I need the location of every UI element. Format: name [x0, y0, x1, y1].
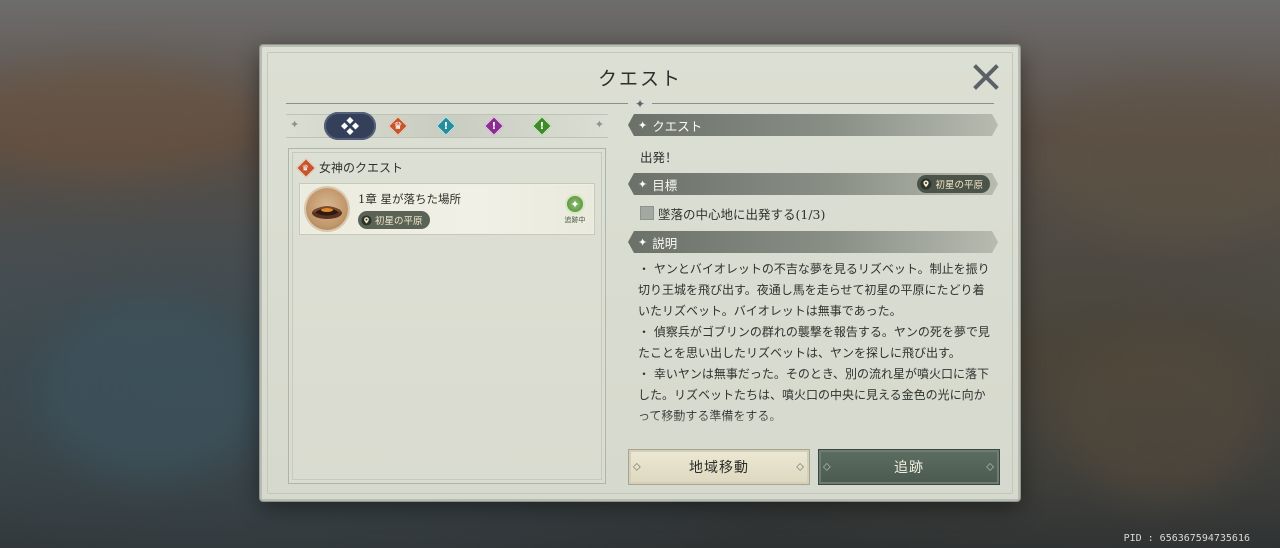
quest-list-item[interactable]: 1章 星が落ちた場所 初星の平原 ✦ 追跡中 — [299, 183, 595, 235]
close-x-icon — [973, 64, 999, 90]
sparkle-icon: ✦ — [638, 118, 648, 132]
ornament-icon: ◇ — [633, 461, 642, 473]
region-move-button[interactable]: ◇ 地域移動 ◇ — [628, 449, 810, 485]
quest-section-header: ✦ クエスト — [628, 114, 998, 136]
track-button[interactable]: ◇ 追跡 ◇ — [818, 449, 1000, 485]
quest-item-name: 1章 星が落ちた場所 — [358, 192, 461, 206]
objective-location[interactable]: 初星の平原 — [917, 175, 990, 193]
tracking-badge: ✦ 追跡中 — [562, 194, 588, 225]
objective-checkbox[interactable] — [640, 206, 654, 220]
tab-teal[interactable]: ! — [432, 112, 460, 140]
quest-list: ♛ 女神のクエスト 1章 星が落ちた場所 初星の平原 ✦ 追跡中 — [288, 148, 606, 484]
crown-diamond-icon: ♛ — [388, 116, 408, 136]
crater-thumbnail-icon — [306, 188, 348, 230]
background-blur — [1040, 80, 1280, 240]
quest-section-title: クエスト — [652, 118, 703, 134]
quest-title: 出発！ — [640, 150, 678, 165]
map-pin-icon — [361, 214, 372, 226]
quest-dialog: クエスト ✦ ✦ ♛ ! ! ! ✦ ♛ 女神のクエスト 1章 星が落ちた場所 … — [260, 45, 1020, 501]
track-label: 追跡 — [894, 460, 924, 476]
ornament-icon: ◇ — [986, 461, 995, 473]
background-blur — [1060, 330, 1260, 500]
tracking-star-icon: ✦ — [565, 194, 585, 214]
sparkle-icon: ✦ — [638, 177, 648, 191]
category-tabs: ✦ ♛ ! ! ! ✦ — [286, 112, 608, 140]
map-pin-icon — [920, 178, 932, 190]
objective-location-label: 初星の平原 — [935, 180, 983, 191]
four-diamonds-icon — [341, 117, 359, 135]
title-divider: ✦ — [286, 97, 994, 111]
quest-group-header: ♛ 女神のクエスト — [296, 157, 404, 178]
tab-purple[interactable]: ! — [480, 112, 508, 140]
ornament-icon: ◇ — [823, 461, 832, 473]
background-blur — [40, 300, 260, 480]
exclamation-diamond-icon: ! — [484, 116, 504, 136]
objective-text: 墜落の中心地に出発する(1/3) — [658, 207, 826, 222]
description-text: ・ ヤンとバイオレットの不吉な夢を見るリズベット。制止を振り切り王城を飛び出す。… — [638, 262, 990, 423]
tracking-label: 追跡中 — [564, 216, 586, 224]
description-section-title: 説明 — [652, 235, 678, 251]
crown-diamond-icon: ♛ — [296, 157, 316, 178]
background-blur — [0, 60, 260, 180]
ornament-icon: ◇ — [796, 461, 805, 473]
tab-green[interactable]: ! — [528, 112, 556, 140]
description-section-header: ✦ 説明 — [628, 231, 998, 253]
quest-item-location: 初星の平原 — [358, 211, 430, 229]
quest-item-location-label: 初星の平原 — [375, 216, 423, 227]
sparkle-icon: ✦ — [594, 118, 604, 131]
objective-section-header: ✦ 目標 初星の平原 — [628, 173, 998, 195]
description-scroll[interactable]: ・ ヤンとバイオレットの不吉な夢を見るリズベット。制止を振り切り王城を飛び出す。… — [638, 259, 994, 439]
quest-group-title: 女神のクエスト — [319, 161, 404, 175]
close-button[interactable] — [972, 63, 1000, 91]
sparkle-icon: ✦ — [290, 118, 300, 131]
sparkle-icon: ✦ — [638, 235, 648, 249]
region-move-label: 地域移動 — [689, 460, 749, 476]
tab-goddess[interactable]: ♛ — [384, 112, 412, 140]
tab-all[interactable] — [324, 112, 376, 140]
exclamation-diamond-icon: ! — [436, 116, 456, 136]
player-id: PID : 656367594735616 — [1123, 533, 1250, 544]
objective-section-title: 目標 — [652, 177, 678, 193]
dialog-title: クエスト — [597, 68, 682, 90]
exclamation-diamond-icon: ! — [532, 116, 552, 136]
